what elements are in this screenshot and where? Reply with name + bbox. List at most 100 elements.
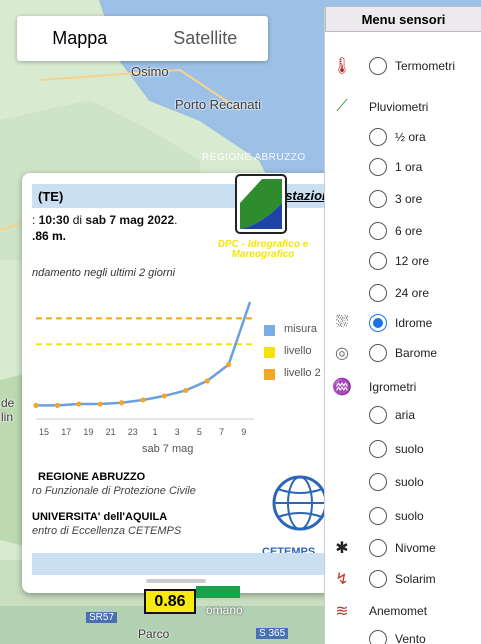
map-label-lin: lin: [1, 410, 14, 424]
sensor-option-8[interactable]: Idrome: [369, 308, 432, 338]
sensor-option-3[interactable]: 1 ora: [369, 152, 422, 182]
x-tick-label: 1: [152, 427, 157, 437]
info-window-scrollbar[interactable]: [146, 579, 206, 583]
sensor-label: suolo: [395, 475, 424, 489]
legend-label-misura: misura: [284, 323, 318, 335]
data-point: [183, 387, 189, 394]
chart-series: [33, 301, 254, 408]
sensor-group-igrometri: Igrometri: [369, 372, 416, 402]
map-label-parco: Parco: [138, 627, 170, 641]
map-label-porto-recanati: Porto Recanati: [175, 97, 261, 112]
map-type-control: Mappa Satellite: [17, 16, 268, 61]
map-type-satellite-button[interactable]: Satellite: [143, 16, 269, 61]
radio-button[interactable]: [369, 406, 387, 424]
sensor-label: 3 ore: [395, 192, 423, 206]
x-tick-label: 23: [128, 427, 138, 437]
chart-ticks: 15 17 19 21 23 1 3 5 7 9: [39, 427, 246, 437]
sensor-option-14[interactable]: suolo: [369, 501, 424, 531]
snowflake-icon: ✱: [335, 540, 349, 557]
info-window-footer: [32, 553, 334, 575]
sensor-label: Termometri: [395, 59, 456, 73]
legend-swatch-misura: [264, 325, 275, 336]
globe-icon: [272, 475, 328, 531]
sensor-label: Anemomet: [369, 604, 428, 618]
sensor-label: ½ ora: [395, 130, 426, 144]
sensor-option-7[interactable]: 24 ore: [369, 278, 429, 308]
sensor-option-6[interactable]: 12 ore: [369, 246, 429, 276]
data-point: [226, 362, 232, 368]
station-info-window: (TE) stazion : 10:30 di sab 7 mag 2022. …: [22, 173, 334, 593]
sensor-label: Igrometri: [369, 380, 417, 394]
data-point: [119, 400, 125, 406]
sensor-menu-title: Menu sensori: [325, 6, 481, 32]
sensor-option-13[interactable]: suolo: [369, 467, 424, 497]
legend-label-livello: livello: [284, 345, 312, 357]
x-tick-label: 9: [241, 427, 246, 437]
sensor-option-0[interactable]: Termometri: [369, 51, 455, 81]
org-regione-subtitle: ro Funzionale di Protezione Civile: [32, 485, 196, 497]
x-tick-label: 15: [39, 427, 49, 437]
legend-label-livello-2: livello 2: [284, 367, 321, 379]
org-univaq-title: UNIVERSITA' dell'AQUILA: [32, 511, 168, 523]
marker-green-strip: [196, 586, 240, 598]
x-tick-label: 7: [219, 427, 224, 437]
radio-button[interactable]: [369, 190, 387, 208]
x-tick-label: 17: [61, 427, 71, 437]
data-point: [204, 378, 210, 384]
sensor-option-16[interactable]: Solarim: [369, 564, 436, 594]
data-point: [33, 402, 39, 408]
hydrometer-icon: ⛆: [335, 314, 349, 331]
sensor-label: Vento: [395, 632, 426, 644]
radio-button[interactable]: [369, 473, 387, 491]
sensor-option-11[interactable]: aria: [369, 400, 415, 430]
sensor-label: Barome: [395, 346, 438, 360]
data-point: [54, 402, 61, 408]
hygrometer-icon: ♒: [332, 379, 352, 396]
sensor-label: 1 ora: [395, 160, 423, 174]
road-badge-s365: S 365: [256, 628, 289, 639]
station-value-marker[interactable]: 0.86: [144, 589, 196, 614]
sensor-option-5[interactable]: 6 ore: [369, 216, 422, 246]
sensor-option-2[interactable]: ½ ora: [369, 122, 426, 152]
sensor-label: suolo: [395, 442, 424, 456]
x-tick-label: 19: [83, 427, 93, 437]
radio-button[interactable]: [369, 252, 387, 270]
cetemps-logo: CETEMPS: [262, 473, 332, 558]
radio-button[interactable]: [369, 507, 387, 525]
sensor-label: Idrome: [395, 316, 433, 330]
sensor-menu: Menu sensori 🌡 Termometri ⟋ Pluviometri ½ or…: [324, 6, 481, 644]
road-badge-sr57: SR57: [86, 612, 118, 623]
sensor-group-pluviometri: Pluviometri: [369, 92, 428, 122]
sensor-label: Nivome: [395, 541, 436, 555]
sensor-label: suolo: [395, 509, 424, 523]
x-tick-label: 21: [106, 427, 116, 437]
map-label-osimo: Osimo: [131, 64, 169, 79]
sensor-option-18[interactable]: Vento: [369, 624, 426, 644]
radio-button[interactable]: [369, 158, 387, 176]
sensor-label: 24 ore: [395, 286, 430, 300]
radio-button[interactable]: [369, 440, 387, 458]
radio-button[interactable]: [369, 570, 387, 588]
radio-selected[interactable]: [369, 314, 387, 332]
legend-swatch-livello: [264, 347, 275, 358]
radio-button[interactable]: [369, 57, 387, 75]
sensor-option-15[interactable]: Nivome: [369, 533, 436, 563]
data-point: [161, 393, 167, 399]
x-tick-label: 3: [175, 427, 180, 437]
radio-button[interactable]: [369, 222, 387, 240]
radio-button[interactable]: [369, 630, 387, 644]
sensor-option-12[interactable]: suolo: [369, 434, 424, 464]
x-tick-label: 5: [197, 427, 202, 437]
radio-button[interactable]: [369, 284, 387, 302]
barometer-icon: ◎: [335, 345, 349, 362]
map-type-map-button[interactable]: Mappa: [17, 16, 143, 61]
anemometer-icon: ≋: [335, 603, 349, 620]
data-point: [140, 397, 146, 403]
sensor-label: Solarim: [395, 572, 436, 586]
radio-button[interactable]: [369, 128, 387, 146]
sensor-option-4[interactable]: 3 ore: [369, 184, 422, 214]
sensor-option-9[interactable]: Barome: [369, 338, 437, 368]
legend-swatch-livello-2: [264, 369, 275, 380]
radio-button[interactable]: [369, 539, 387, 557]
radio-button[interactable]: [369, 344, 387, 362]
